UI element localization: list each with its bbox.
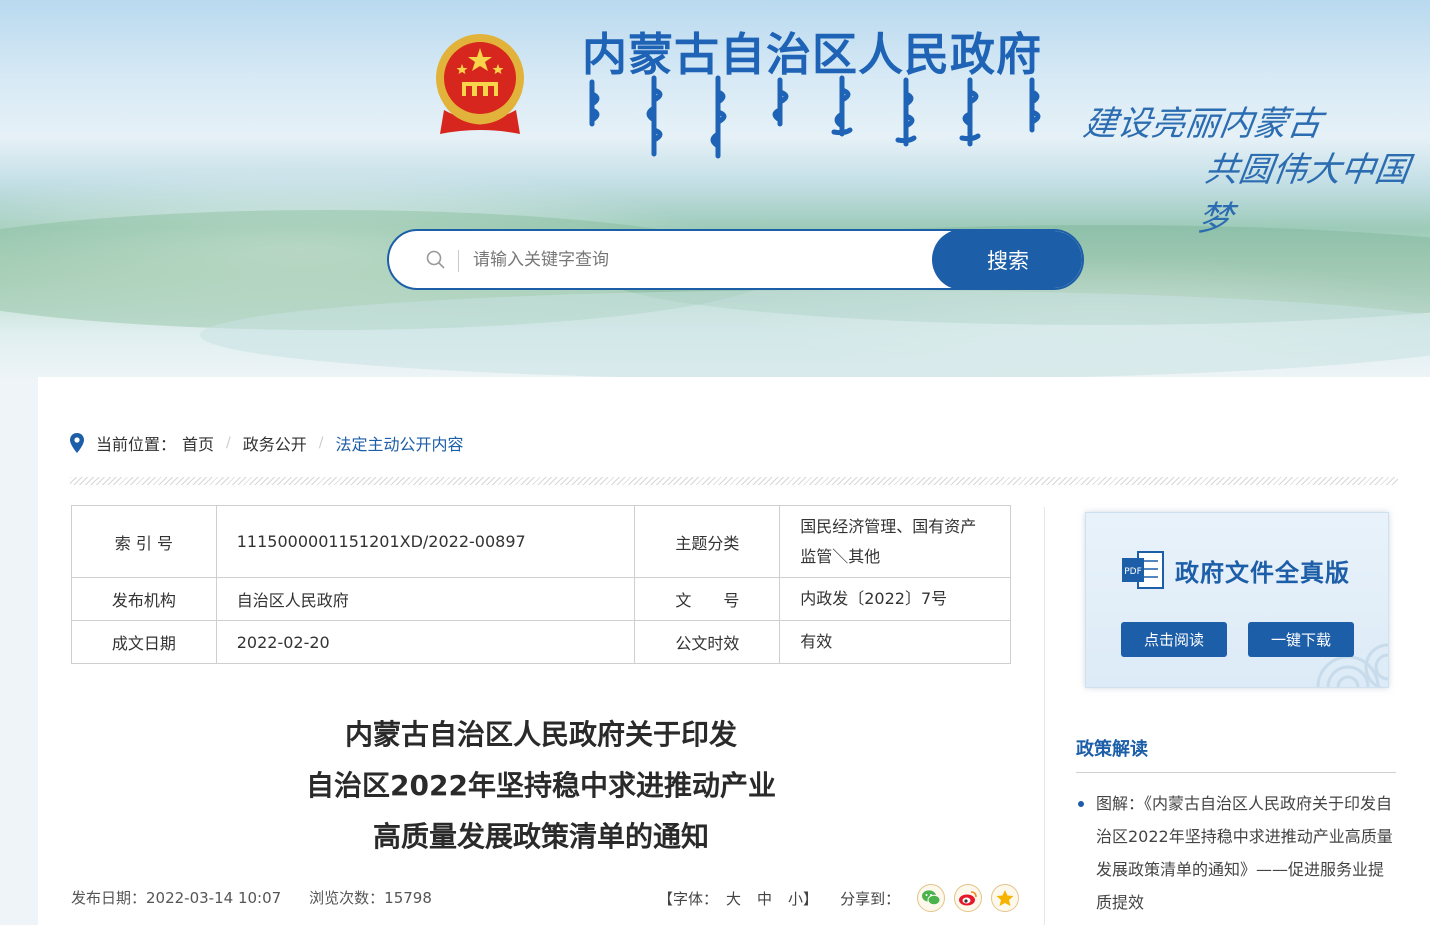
- doc-no-value: 内政发〔2022〕7号: [779, 577, 1011, 621]
- validity-label: 公文时效: [634, 620, 781, 664]
- doc-no-label: 文 号: [634, 577, 781, 621]
- wechat-icon[interactable]: [917, 884, 946, 912]
- document-meta-table: 索 引 号 1115000001151201XD/2022-00897 主题分类…: [71, 505, 1011, 664]
- breadcrumb-gov-affairs[interactable]: 政务公开: [243, 431, 307, 455]
- breadcrumb-separator: /: [226, 435, 231, 451]
- article-title-line: 内蒙古自治区人民政府关于印发: [344, 718, 737, 751]
- font-small-button[interactable]: 小】: [788, 888, 818, 909]
- content-panel: 当前位置： 首页 / 政务公开 / 法定主动公开内容 索 引 号 1115000…: [38, 377, 1430, 925]
- download-button[interactable]: 一键下载: [1248, 622, 1354, 657]
- view-count: 浏览次数：15798: [309, 889, 432, 907]
- slogan-line-1: 建设亮丽内蒙古: [1080, 104, 1325, 144]
- article-title: 内蒙古自治区人民政府关于印发 自治区2022年坚持稳中求进推动产业 高质量发展政…: [71, 709, 1011, 862]
- national-emblem-icon: [436, 34, 524, 134]
- search-divider: [458, 250, 459, 272]
- article-info: 发布日期：2022-03-14 10:07 浏览次数：15798: [71, 887, 432, 908]
- search-input[interactable]: [473, 243, 923, 277]
- publish-date: 发布日期：2022-03-14 10:07: [71, 889, 282, 907]
- policy-interpretation-heading: 政策解读: [1076, 739, 1148, 760]
- qzone-icon[interactable]: [991, 884, 1020, 912]
- fulltext-version-box: PDF 政府文件全真版 点击阅读 一键下载: [1085, 512, 1389, 688]
- date-value: 2022-02-20: [215, 620, 636, 664]
- slogan-line-2: 共圆伟大中国梦: [1195, 150, 1412, 239]
- location-pin-icon: [70, 433, 84, 453]
- word-document-icon: PDF: [1122, 551, 1164, 589]
- font-medium-button[interactable]: 中: [757, 888, 772, 909]
- breadcrumb-label: 当前位置：: [96, 435, 177, 454]
- share-label: 分享到：: [840, 889, 901, 908]
- search-icon: [426, 250, 445, 269]
- read-online-button[interactable]: 点击阅读: [1121, 622, 1227, 657]
- validity-value: 有效: [779, 620, 1011, 664]
- topic-label: 主题分类: [634, 505, 781, 578]
- issuer-value: 自治区人民政府: [215, 577, 636, 621]
- slogan: 建设亮丽内蒙古 共圆伟大中国梦: [1080, 86, 1424, 239]
- font-size-label: 【字体：: [658, 889, 719, 908]
- bullet-icon: [1078, 801, 1084, 807]
- search-button[interactable]: 搜索: [932, 231, 1082, 288]
- column-divider: [1044, 507, 1045, 925]
- weibo-icon[interactable]: [954, 884, 983, 912]
- breadcrumb-current[interactable]: 法定主动公开内容: [335, 431, 463, 455]
- font-large-button[interactable]: 大: [726, 888, 741, 909]
- article-tools: 【字体： 大 中 小】 分享到：: [658, 883, 1020, 913]
- breadcrumb-home[interactable]: 首页: [182, 431, 214, 455]
- article-title-line: 自治区2022年坚持稳中求进推动产业: [306, 769, 776, 802]
- issuer-label: 发布机构: [71, 577, 217, 621]
- mongolian-script-title: [589, 75, 1041, 159]
- svg-text:PDF: PDF: [1124, 567, 1142, 577]
- policy-heading-underline: [1076, 772, 1396, 773]
- policy-interpretation-link[interactable]: 图解：《内蒙古自治区人民政府关于印发自治区2022年坚持稳中求进推动产业高质量发…: [1096, 787, 1396, 919]
- banner-river: [200, 290, 1430, 380]
- breadcrumb-separator: /: [318, 435, 324, 451]
- index-no-label: 索 引 号: [71, 505, 217, 578]
- hatched-divider: [70, 477, 1398, 485]
- header-banner: 内蒙古自治区人民政府 建设亮丽内蒙古 共圆伟大中国梦 搜索: [0, 0, 1430, 380]
- search-bar: 搜索: [387, 229, 1084, 290]
- date-label: 成文日期: [71, 620, 217, 664]
- topic-value: 国民经济管理、国有资产监管＼其他: [779, 505, 1011, 578]
- article-title-line: 高质量发展政策清单的通知: [372, 820, 709, 853]
- fulltext-title: 政府文件全真版: [1175, 558, 1350, 587]
- breadcrumb: 当前位置： 首页 / 政务公开 / 法定主动公开内容: [70, 431, 464, 455]
- index-no-value: 1115000001151201XD/2022-00897: [215, 505, 636, 578]
